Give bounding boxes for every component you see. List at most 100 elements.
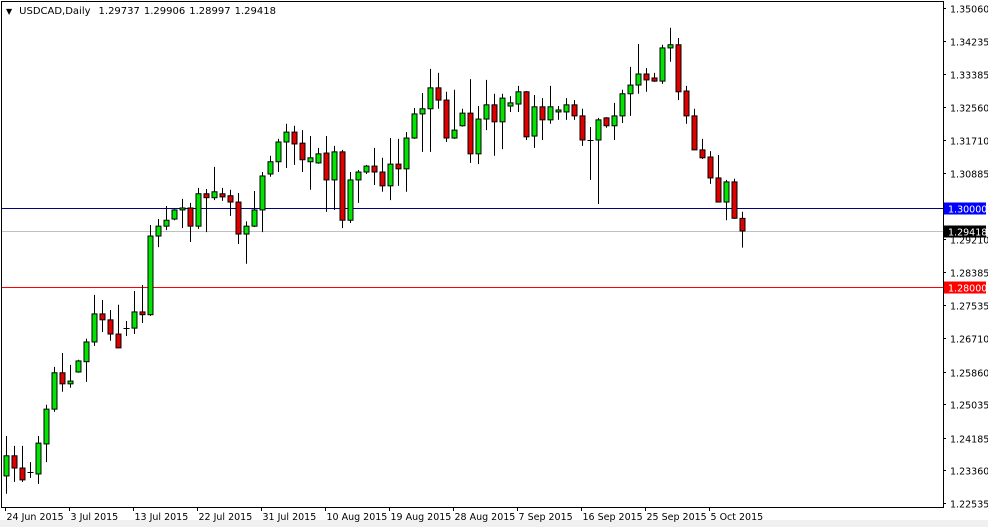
candle-body-bullish xyxy=(563,104,570,113)
x-tick-label: 16 Sep 2015 xyxy=(583,512,643,523)
candle-body-bullish xyxy=(35,442,42,475)
y-tick-label: 1.34235 xyxy=(950,38,988,49)
candle-body-bullish xyxy=(475,118,482,155)
y-tick-label: 1.28385 xyxy=(950,269,988,280)
candle xyxy=(731,178,738,220)
y-tick-label: 1.24185 xyxy=(950,435,988,446)
candle-body-bullish xyxy=(195,193,202,227)
candle-body-bullish xyxy=(499,97,506,123)
price-label-bid: 1.29418 xyxy=(948,228,987,239)
candle-body-bearish xyxy=(323,152,330,181)
candle-body-bullish xyxy=(67,380,74,385)
symbol-timeframe: USDCAD,Daily xyxy=(19,6,91,17)
candle-body-bullish xyxy=(275,141,282,163)
candle-body-bullish xyxy=(51,372,58,410)
candle-body-bullish xyxy=(259,175,266,211)
candle-body-bullish xyxy=(723,181,730,203)
candle-body-bullish xyxy=(411,113,418,139)
candle-body-bullish xyxy=(91,313,98,343)
candle-body-bullish xyxy=(419,108,426,115)
candle-body-bullish xyxy=(483,104,490,120)
candle-body-bullish xyxy=(283,131,290,143)
candle-body-bearish xyxy=(443,99,450,139)
candle-body-bearish xyxy=(467,112,474,155)
candle-body-bullish xyxy=(307,157,314,163)
x-tick-label: 22 Jul 2015 xyxy=(199,512,253,523)
candle-body-bullish xyxy=(211,191,218,199)
chart-header: ▼ USDCAD,Daily 1.29737 1.29906 1.28997 1… xyxy=(6,6,276,17)
y-tick-label: 1.33385 xyxy=(950,71,988,82)
y-tick-label: 1.31710 xyxy=(950,137,988,148)
candle-body-bearish xyxy=(371,165,378,173)
candle xyxy=(675,38,682,101)
y-tick-label: 1.23360 xyxy=(950,467,988,478)
candle-body-bullish xyxy=(171,209,178,220)
candle-body-bullish xyxy=(427,87,434,110)
candle-body-bearish xyxy=(235,201,242,235)
x-tick-label: 13 Jul 2015 xyxy=(135,512,189,523)
candle-body-bearish xyxy=(539,106,546,121)
x-tick-label: 19 Aug 2015 xyxy=(391,512,452,523)
candle xyxy=(659,44,666,84)
candle-body-bearish xyxy=(491,104,498,123)
candle-body-bullish xyxy=(515,91,522,105)
candle xyxy=(171,209,178,221)
y-tick-label: 1.35060 xyxy=(950,5,988,16)
x-tick-label: 28 Aug 2015 xyxy=(455,512,516,523)
candle xyxy=(195,187,202,229)
candle-body-bearish xyxy=(291,131,298,145)
candle-body-bullish xyxy=(547,106,554,121)
triangle-down-icon[interactable]: ▼ xyxy=(6,7,12,16)
candlestick-chart[interactable]: 1.35060 1.34235 1.33385 1.32560 1.31710 1.308… xyxy=(0,0,988,527)
candle-body-bearish xyxy=(435,87,442,101)
candle-body-bearish xyxy=(203,193,210,199)
x-tick-label: 3 Jul 2015 xyxy=(71,512,119,523)
y-tick-label: 1.32560 xyxy=(950,104,988,115)
candle-body-bullish xyxy=(619,93,626,117)
candle-body-bullish xyxy=(531,106,538,137)
candle-body-bullish xyxy=(163,219,170,227)
candle xyxy=(147,224,154,316)
candle-body-bullish xyxy=(635,73,642,86)
candle xyxy=(51,366,58,412)
y-tick-label: 1.25860 xyxy=(950,369,988,380)
candle-body-bearish xyxy=(59,372,66,385)
candle-body-bullish xyxy=(459,112,466,127)
candle-body-bearish xyxy=(643,73,650,81)
candle-body-bearish xyxy=(603,117,610,127)
x-tick-label: 24 Jun 2015 xyxy=(7,512,64,523)
x-tick-label: 25 Sep 2015 xyxy=(647,512,707,523)
candle-body-bearish xyxy=(227,195,234,203)
candle-body-bearish xyxy=(523,91,530,138)
x-tick-label: 5 Oct 2015 xyxy=(711,512,764,523)
candle-body-bearish xyxy=(139,311,146,316)
header-close: 1.29418 xyxy=(234,6,276,17)
candle-body-bullish xyxy=(83,341,90,363)
candle-body-bearish xyxy=(299,142,306,161)
candle-body-bearish xyxy=(571,104,578,117)
candle xyxy=(523,90,530,140)
candle-body-bullish xyxy=(507,102,514,107)
candle-body-bullish xyxy=(611,115,618,127)
candle-body-bearish xyxy=(675,44,682,93)
candle-body-bullish xyxy=(147,235,154,316)
y-tick-label: 1.30885 xyxy=(950,170,988,181)
candle xyxy=(75,359,82,373)
candle-body-bullish xyxy=(659,47,666,82)
candle-body-bearish xyxy=(379,171,386,187)
candle-body-bearish xyxy=(731,181,738,219)
candle-body-bullish xyxy=(347,179,354,221)
candle-body-bullish xyxy=(251,209,258,227)
candle-body-bullish xyxy=(315,153,322,164)
candle-body-bearish xyxy=(107,319,114,335)
candle-body-bullish xyxy=(75,360,82,373)
candle-body-bullish xyxy=(555,109,562,113)
x-tick-label: 31 Jul 2015 xyxy=(263,512,317,523)
header-low: 1.28997 xyxy=(189,6,231,17)
candle-body-bullish xyxy=(243,225,250,235)
candle-body-bullish xyxy=(155,225,162,237)
candle-body-bullish xyxy=(451,129,458,139)
candle-body-bearish xyxy=(19,467,26,481)
candle-body-bearish xyxy=(395,163,402,170)
y-tick-label: 1.26710 xyxy=(950,335,988,346)
